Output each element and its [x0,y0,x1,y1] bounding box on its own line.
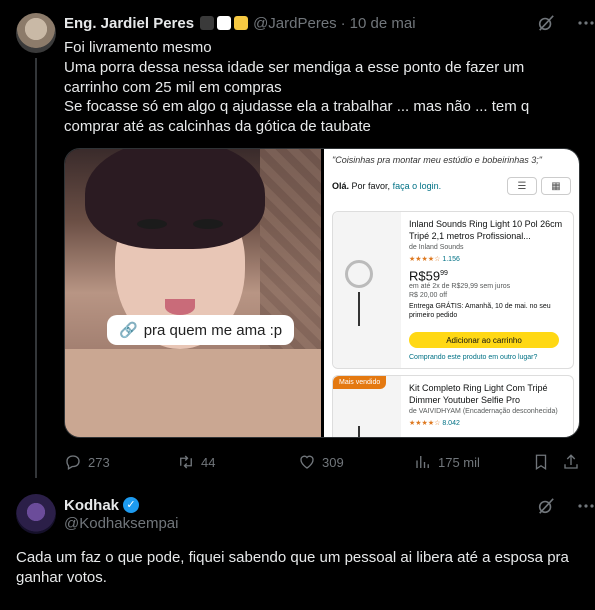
share-action[interactable] [562,453,580,471]
reply-action[interactable]: 273 [64,453,110,471]
author-name[interactable]: Eng. Jardiel Peres [64,15,194,32]
share-icon [564,454,578,469]
tweet-text: Foi livramento mesmo Uma porra dessa nes… [64,39,530,136]
flag-badge-icon [217,16,232,30]
bestseller-badge: Mais vendido [333,376,387,389]
verified-badge-icon: ✓ [123,497,140,513]
heart-icon [300,455,314,469]
grid-view-icon: ▦ [541,177,571,195]
person-eye [193,219,223,229]
product-card: Mais vendido Kit Completo Ring Light Com… [332,375,574,437]
product-brand: de Inland Sounds [409,244,464,251]
product-review-count: 1.156 [442,256,460,263]
reply-count: 273 [88,454,110,470]
separator-dot: · [340,14,346,32]
more-options-icon[interactable] [577,497,595,515]
reply-icon [66,455,80,470]
product-title: Inland Sounds Ring Light 10 Pol 26cm Tri… [409,219,563,241]
product-delivery: Entrega GRÁTIS: Amanhã, 10 de mai. no se… [409,303,551,320]
media-photo[interactable]: 🔗 pra quem me ama :p [65,149,321,437]
tripod-stand [358,426,360,437]
shop-list-title: "Coisinhas pra montar meu estúdio e bobe… [332,155,543,165]
link-icon: 🔗 [119,322,138,339]
like-action[interactable]: 309 [298,453,344,471]
person-mouth [165,299,195,315]
author-handle[interactable]: @JardPeres [253,15,337,32]
product-brand: de VAIVIDHYAM (Encadernação desconhecida… [409,408,558,415]
product-discount: R$ 20,00 off [409,292,448,300]
retweet-action[interactable]: 44 [177,453,215,471]
reply-author-name[interactable]: Kodhak [64,497,119,514]
reply-header: Kodhak ✓ [64,495,140,515]
tweet-actions-bar: 273 44 309 175 mil [64,452,580,472]
tweet-media[interactable]: 🔗 pra quem me ama :p "Coisinhas pra mont… [64,148,580,438]
avatar[interactable] [16,13,56,53]
product-review-count: 8.042 [442,420,460,427]
reply-corner-actions [537,497,595,515]
login-text: Por favor, [351,181,391,191]
compare-elsewhere-link: Comprando este produto em outro lugar? [409,354,538,361]
flag-badge-icon [200,16,215,30]
tweet-corner-actions [537,14,595,32]
person-eye [137,219,167,229]
product-title: Kit Completo Ring Light Com Tripé Dimmer… [409,383,548,405]
retweet-icon [180,455,192,469]
person-body [65,349,321,437]
views-action[interactable]: 175 mil [414,453,480,471]
product-info: Inland Sounds Ring Light 10 Pol 26cm Tri… [409,218,569,320]
more-options-icon[interactable] [577,14,595,32]
product-rating: ★★★★☆ 8.042 [409,420,460,427]
ring-light-icon [345,260,373,288]
view-toggle: ☰ ▦ [507,177,571,195]
add-to-cart-button: Adicionar ao carrinho [409,332,559,348]
views-icon [416,456,429,468]
reply-avatar[interactable] [16,494,56,534]
media-shop-screenshot[interactable]: "Coisinhas pra montar meu estúdio e bobe… [324,149,579,437]
tripod-stand [358,292,360,326]
tweet-header: Eng. Jardiel Peres @JardPeres · 10 de ma… [64,13,416,33]
photo-caption-chip: 🔗 pra quem me ama :p [107,315,295,345]
product-info: Kit Completo Ring Light Com Tripé Dimmer… [409,382,569,430]
login-prefix: Olá. [332,181,350,191]
reply-text: Cada um faz o que pode, fiquei sabendo q… [16,549,569,586]
shop-login-line: Olá. Por favor, faça o login. [332,181,441,191]
person-hair [85,149,265,249]
reply-author-handle[interactable]: @Kodhaksempai [64,515,178,532]
product-installments: em até 2x de R$29,99 sem juros [409,283,511,291]
thread-connector-line [35,58,37,478]
retweet-count: 44 [201,454,216,470]
grok-icon[interactable] [537,14,555,32]
views-count: 175 mil [438,454,480,470]
tweet-date[interactable]: 10 de mai [350,15,416,32]
product-rating: ★★★★☆ 1.156 [409,256,460,263]
login-link: faça o login. [392,181,442,191]
bookmark-action[interactable] [532,453,550,471]
product-price: R$5999 [409,268,448,284]
list-view-icon: ☰ [507,177,537,195]
like-count: 309 [322,454,344,470]
bookmark-icon [535,454,547,471]
product-thumbnail [333,212,401,368]
grok-icon[interactable] [537,497,555,515]
flag-badge-icon [234,16,249,30]
product-card: Inland Sounds Ring Light 10 Pol 26cm Tri… [332,211,574,369]
photo-caption: pra quem me ama :p [143,321,283,339]
